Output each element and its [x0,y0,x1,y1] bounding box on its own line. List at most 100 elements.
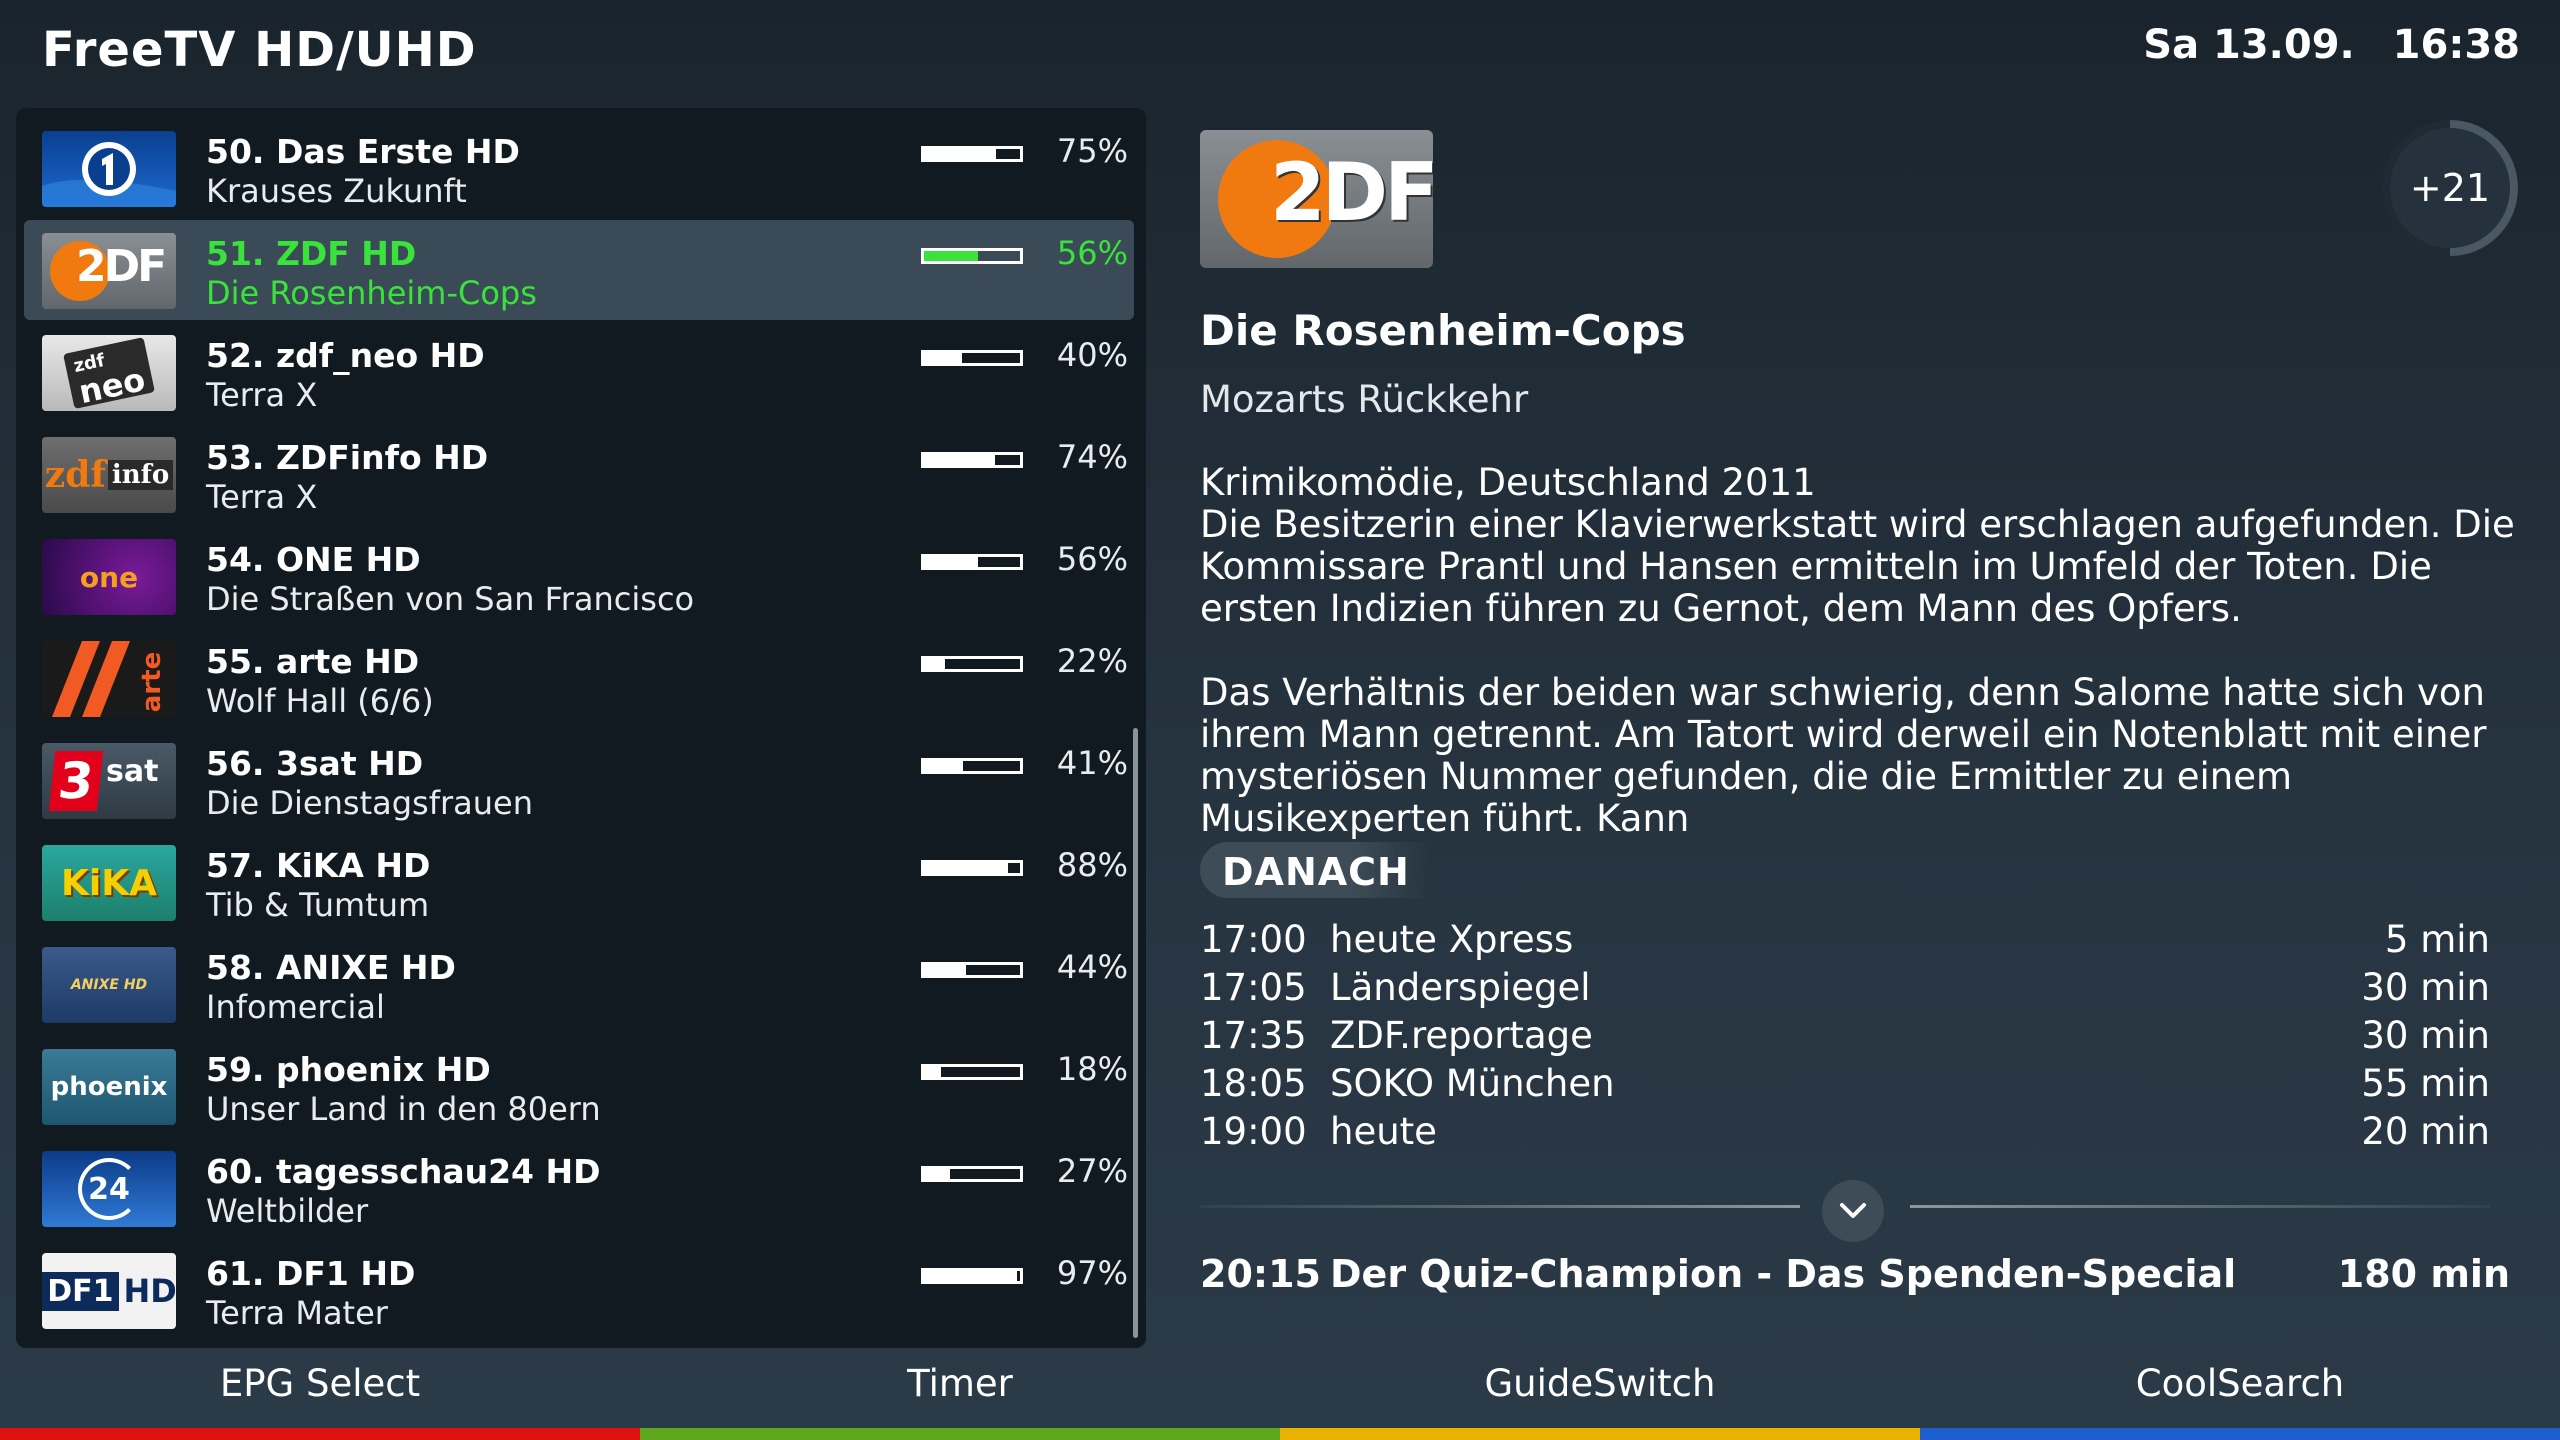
anixe-logo: ANIXE HD [42,947,176,1023]
tagesschau24-logo: 24 [42,1151,176,1227]
zdfneo-logo: zdf neo [42,335,176,411]
program-title: Infomercial [206,988,385,1026]
progress-fill [924,1271,1018,1281]
channel-row[interactable]: DF1 HD 61. DF1 HD Terra Mater 97% [24,1240,1134,1340]
page-title: FreeTV HD/UHD [42,22,477,78]
arte-logo: arte [42,641,176,717]
schedule-row: 17:05 Länderspiegel 30 min [1200,966,2490,1014]
zdfinfo-info-text: info [107,460,174,490]
next-programs-label: DANACH [1222,850,1410,894]
channel-list[interactable]: 50. Das Erste HD Krauses Zukunft 75% 2DF… [16,108,1146,1348]
progress-percent: 22% [1056,642,1128,680]
kika-logo: KiKA [42,845,176,921]
progress-bar [921,248,1023,264]
progress-fill [924,863,1009,873]
progress-fill [924,149,996,159]
progress-bar [921,1268,1023,1284]
schedule-time: 17:35 [1200,1014,1307,1057]
schedule-title: heute Xpress [1330,918,1574,961]
progress-bar [921,554,1023,570]
progress-fill [924,251,978,261]
progress-fill [924,455,996,465]
schedule-row: 18:05 SOKO München 55 min [1200,1062,2490,1110]
primetime-time: 20:15 [1200,1252,1321,1296]
progress-fill [924,1067,942,1077]
arte-logo-text: arte [136,651,167,713]
description-paragraph: Die Besitzerin einer Klavierwerkstatt wi… [1200,503,2515,630]
program-title: Die Dienstagsfrauen [206,784,533,822]
schedule-time: 19:00 [1200,1110,1307,1153]
list-scrollbar[interactable] [1133,728,1138,1338]
das-erste-logo [42,131,176,207]
program-title: Terra X [206,376,318,414]
channel-row-selected[interactable]: 2DF 51. ZDF HD Die Rosenheim-Cops 56% [24,220,1134,320]
schedule-duration: 5 min [2384,918,2490,961]
zdfneo-text: neo [75,360,149,411]
progress-percent: 44% [1056,948,1128,986]
age-rating-badge: +21 [2382,120,2518,256]
channel-row[interactable]: 24 60. tagesschau24 HD Weltbilder 27% [24,1138,1134,1238]
channel-row[interactable]: ANIXE HD 58. ANIXE HD Infomercial 44% [24,934,1134,1034]
progress-percent: 75% [1056,132,1128,170]
progress-bar [921,350,1023,366]
green-button-timer[interactable]: Timer [640,1362,1280,1405]
time-label: 16:38 [2392,22,2520,68]
divider [1910,1205,2490,1208]
program-title: Die Rosenheim-Cops [206,274,537,312]
chevron-down-icon[interactable] [1822,1180,1884,1242]
progress-bar [921,758,1023,774]
schedule-row: 19:00 heute 20 min [1200,1110,2490,1158]
3sat-text: sat [106,753,159,789]
channel-name: 55. arte HD [206,642,420,681]
channel-row[interactable]: 3 sat 56. 3sat HD Die Dienstagsfrauen 41… [24,730,1134,830]
progress-percent: 40% [1056,336,1128,374]
progress-bar [921,962,1023,978]
channel-name: 50. Das Erste HD [206,132,520,171]
kika-logo-text: KiKA [61,862,157,904]
progress-percent: 56% [1056,540,1128,578]
channel-name: 54. ONE HD [206,540,421,579]
progress-percent: 56% [1056,234,1128,272]
episode-title: Mozarts Rückkehr [1200,378,1529,421]
progress-fill [924,761,964,771]
zdf-logo: 2DF [42,233,176,309]
channel-name: 56. 3sat HD [206,744,424,783]
program-title: Terra X [206,478,318,516]
description-paragraph: Das Verhältnis der beiden war schwierig,… [1200,671,2487,840]
schedule-time: 18:05 [1200,1062,1307,1105]
channel-row[interactable]: KiKA 57. KiKA HD Tib & Tumtum 88% [24,832,1134,932]
age-rating-text: +21 [2390,128,2510,248]
progress-bar [921,452,1023,468]
genre-line: Krimikomödie, Deutschland 2011 [1200,461,1816,504]
progress-fill [924,659,946,669]
date-label: Sa 13.09. [2143,22,2355,68]
progress-fill [924,353,963,363]
green-color-key [640,1428,1280,1440]
blue-button-coolsearch[interactable]: CoolSearch [1920,1362,2560,1405]
progress-bar [921,860,1023,876]
phoenix-logo: phoenix [42,1049,176,1125]
df1-logo: DF1 HD [42,1253,176,1329]
zdf-logo: 2DF [1200,130,1433,268]
channel-row[interactable]: phoenix 59. phoenix HD Unser Land in den… [24,1036,1134,1136]
progress-bar [921,1166,1023,1182]
channel-row[interactable]: 50. Das Erste HD Krauses Zukunft 75% [24,118,1134,218]
progress-bar [921,656,1023,672]
progress-percent: 27% [1056,1152,1128,1190]
progress-fill [924,965,967,975]
schedule-row: 17:35 ZDF.reportage 30 min [1200,1014,2490,1062]
channel-row[interactable]: one 54. ONE HD Die Straßen von San Franc… [24,526,1134,626]
schedule-time: 17:05 [1200,966,1307,1009]
clock: Sa 13.09. 16:38 [2143,22,2520,68]
blue-color-key [1920,1428,2560,1440]
zdfinfo-zdf-text: zdf [44,454,106,496]
channel-row[interactable]: arte 55. arte HD Wolf Hall (6/6) 22% [24,628,1134,728]
red-button-epg-select[interactable]: EPG Select [0,1362,640,1405]
channel-row[interactable]: zdf neo 52. zdf_neo HD Terra X 40% [24,322,1134,422]
zdfneo-badge: zdf neo [62,337,156,411]
yellow-button-guideswitch[interactable]: GuideSwitch [1280,1362,1920,1405]
divider [1200,1205,1800,1208]
red-color-key [0,1428,640,1440]
primetime-title: Der Quiz-Champion - Das Spenden-Special [1330,1252,2237,1296]
channel-row[interactable]: zdf info 53. ZDFinfo HD Terra X 74% [24,424,1134,524]
